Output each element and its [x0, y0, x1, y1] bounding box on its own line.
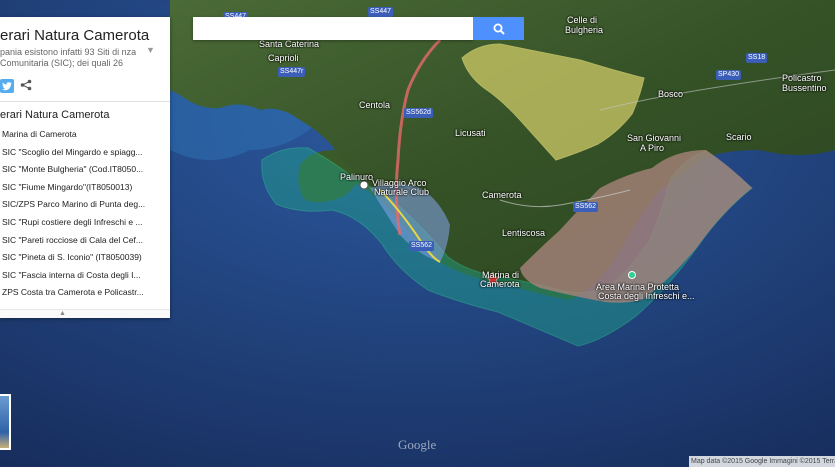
search-icon: [493, 23, 505, 35]
map-label: A Piro: [640, 143, 665, 153]
layer-title: erari Natura Camerota: [0, 109, 110, 121]
road-shield: SP430: [716, 70, 742, 80]
panel-description: pania esistono infatti 93 Siti di nza Co…: [0, 47, 137, 68]
list-item[interactable]: SIC "Fascia interna di Costa degli I...: [0, 267, 170, 285]
map-attribution[interactable]: Map data ©2015 Google Immagini ©2015 Ter…: [689, 456, 835, 467]
road-shield: SS562: [409, 241, 435, 251]
map-label: Camerota: [480, 279, 520, 289]
road-shield: SS562: [573, 202, 599, 212]
road-shield: SS18: [746, 53, 768, 63]
list-item[interactable]: SIC "Fiume Mingardo"(IT8050013): [0, 179, 170, 197]
map-label: Camerota: [482, 190, 522, 200]
map-label: Licusati: [455, 128, 486, 138]
list-item[interactable]: SIC "Monte Bulgheria" (Cod.IT8050...: [0, 161, 170, 179]
list-item[interactable]: SIC "Rupi costiere degli Infreschi e ...: [0, 214, 170, 232]
map-label: Bussentino: [782, 83, 827, 93]
chevron-up-icon[interactable]: ▲: [59, 310, 66, 318]
legend-panel: erari Natura Camerota pania esistono inf…: [0, 17, 170, 318]
map-label: Naturale Club: [374, 187, 430, 197]
list-item[interactable]: SIC "Scoglio del Mingardo e spiagg...: [0, 144, 170, 162]
map-label: Centola: [359, 100, 391, 110]
map-type-thumbnail[interactable]: [0, 394, 11, 450]
map-label: Scario: [726, 132, 752, 142]
map-label: Bosco: [658, 89, 684, 99]
location-marker-icon[interactable]: [359, 180, 369, 190]
chevron-down-icon[interactable]: ▼: [146, 45, 155, 55]
share-icon[interactable]: [20, 79, 32, 94]
list-item[interactable]: SIC/ZPS Parco Marino di Punta deg...: [0, 196, 170, 214]
twitter-icon[interactable]: [0, 79, 14, 93]
share-row: [0, 79, 32, 93]
map-label: Santa Caterina: [259, 39, 320, 49]
map-label: Palinuro: [340, 172, 374, 182]
list-item[interactable]: SIC "Pineta di S. Iconio" (IT8050039): [0, 249, 170, 267]
map-label: Policastro: [782, 73, 822, 83]
map-label: Celle di: [567, 15, 598, 25]
list-item[interactable]: SIC "Pareti rocciose di Cala del Cef...: [0, 232, 170, 250]
map-label: Bulgheria: [565, 25, 604, 35]
road-shield: SS562d: [404, 108, 433, 118]
map-label: Costa degli Infreschi e...: [598, 291, 695, 301]
divider: [0, 101, 170, 102]
list-item[interactable]: ZPS Costa tra Camerota e Policastr...: [0, 284, 170, 302]
map-label: San Giovanni: [627, 133, 682, 143]
layer-item-list: Marina di Camerota SIC "Scoglio del Ming…: [0, 126, 170, 302]
panel-collapse-bar[interactable]: ▲: [0, 309, 170, 318]
panel-title: erari Natura Camerota: [0, 27, 150, 44]
list-item[interactable]: Marina di Camerota: [0, 126, 170, 144]
road-shield: SS447: [368, 7, 394, 17]
map-label: Caprioli: [268, 53, 299, 63]
search-button[interactable]: [473, 17, 524, 40]
search-input[interactable]: [193, 17, 473, 40]
park-marker-icon[interactable]: [628, 271, 636, 279]
map-label: Lentiscosa: [502, 228, 546, 238]
road-shield: SS447r: [278, 67, 306, 77]
google-logo: Google: [398, 437, 437, 452]
